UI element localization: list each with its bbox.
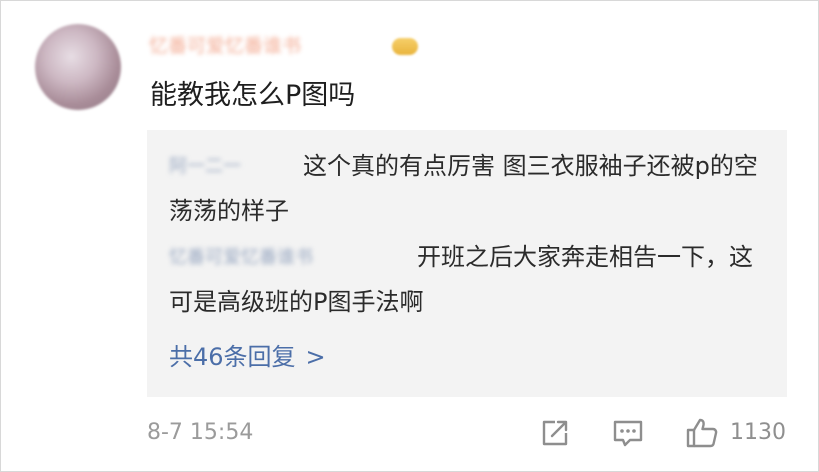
thumbs-up-icon bbox=[684, 415, 720, 451]
comment-timestamp: 8-7 15:54 bbox=[147, 420, 254, 445]
share-icon bbox=[538, 416, 572, 450]
comment-button[interactable] bbox=[610, 414, 646, 452]
member-badge-icon bbox=[392, 38, 418, 55]
comment-text: 能教我怎么P图吗 bbox=[150, 80, 356, 111]
like-count: 1130 bbox=[730, 420, 786, 445]
reply-item[interactable]: 忆番可爱忆番谁书 开班之后大家奔走相告一下，这可是高级班的P图手法啊 bbox=[169, 235, 773, 325]
avatar[interactable] bbox=[35, 24, 121, 110]
comment-card: 忆番可爱忆番谁书 能教我怎么P图吗 阿一二一 这个真的有点厉害 图三衣服袖子还被p… bbox=[0, 0, 819, 472]
replies-panel: 阿一二一 这个真的有点厉害 图三衣服袖子还被p的空荡荡的样子 忆番可爱忆番谁书 开班… bbox=[147, 130, 787, 397]
reply-author[interactable]: 阿一二一 bbox=[169, 155, 291, 179]
username[interactable]: 忆番可爱忆番谁书 bbox=[149, 35, 301, 57]
comment-icon bbox=[610, 416, 646, 450]
view-all-replies-label: 共46条回复 bbox=[169, 343, 296, 371]
like-button[interactable]: 1130 bbox=[684, 414, 786, 452]
share-button[interactable] bbox=[538, 414, 572, 452]
reply-author[interactable]: 忆番可爱忆番谁书 bbox=[169, 246, 405, 270]
reply-item[interactable]: 阿一二一 这个真的有点厉害 图三衣服袖子还被p的空荡荡的样子 bbox=[169, 144, 773, 234]
chevron-right-icon: > bbox=[305, 343, 326, 371]
view-all-replies-link[interactable]: 共46条回复 > bbox=[169, 337, 326, 377]
